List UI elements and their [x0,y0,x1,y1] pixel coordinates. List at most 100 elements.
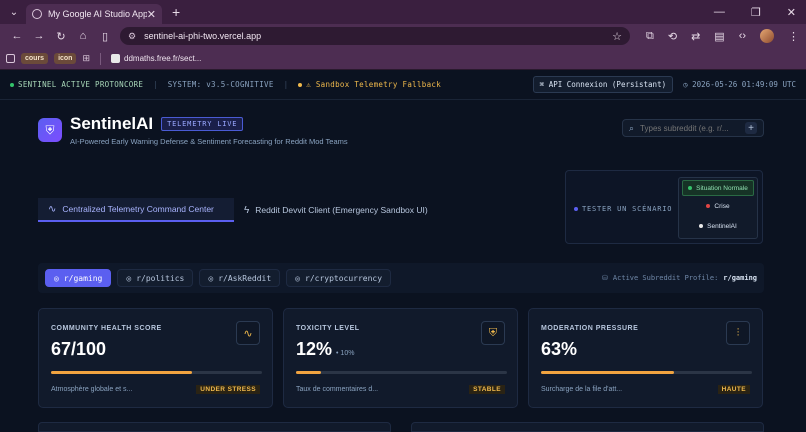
scenario-normal[interactable]: Situation Normale [682,180,754,196]
subreddit-chip-label: r/cryptocurrency [305,273,383,283]
subreddit-chip-cryptocurrency[interactable]: ◎ r/cryptocurrency [286,269,392,287]
card-value: 12% • 10% [296,339,354,360]
site-info-icon[interactable]: ⚙ [128,31,136,42]
new-tab-icon[interactable]: + [172,4,180,20]
restore-icon[interactable]: ❐ [751,6,761,19]
card-moderation: MODERATION PRESSURE ⫶ 63% Surcharge de l… [528,308,763,408]
card-title: COMMUNITY HEALTH SCORE [51,325,162,332]
bookmark-icon[interactable]: icon [54,53,77,64]
status-badge: STABLE [469,385,505,394]
card-value: 63% [541,339,581,360]
target-icon: ◎ [126,273,132,283]
tab-command-center[interactable]: ∿ Centralized Telemetry Command Center [38,198,234,222]
lower-panels [38,422,764,432]
scenario-label-text: TESTER UN SCÉNARIO : [582,205,683,213]
bolt-icon: ϟ [244,204,250,216]
progress-bar [296,371,507,374]
subreddit-chip-politics[interactable]: ◎ r/politics [117,269,194,287]
metric-cards: COMMUNITY HEALTH SCORE ∿ 67/100 Atmosphè… [38,308,763,408]
database-icon: ⛁ [602,274,608,282]
card-title: TOXICITY LEVEL [296,325,360,332]
app-root: SENTINEL ACTIVE PROTONCORE | SYSTEM: v3.… [0,70,806,432]
window-close-icon[interactable]: ✕ [787,6,796,19]
card-note: Taux de commentaires d... [296,386,379,393]
back-icon[interactable]: ← [6,30,28,42]
card-value-text: 63% [541,339,578,359]
devtools-icon[interactable]: ‹› [739,30,746,42]
warning-dot [298,83,303,87]
search-input[interactable] [640,123,741,133]
shield-icon: ⛨ [481,321,505,345]
browser-tab[interactable]: My Google AI Studio App ✕ [26,4,162,24]
add-subreddit-button[interactable]: + [745,122,757,134]
active-profile: ⛁ Active Subreddit Profile: r/gaming [602,274,757,282]
scenario-crisis-label: Crise [714,202,730,210]
history-icon[interactable]: ⟲ [668,30,677,43]
system-version: SYSTEM: v3.5-COGNITIVE [167,80,274,89]
sidebar-icon[interactable]: ▯ [94,30,116,43]
home-icon[interactable]: ⌂ [72,30,94,42]
card-title: MODERATION PRESSURE [541,325,639,332]
globe-icon [32,9,42,19]
apps-grid-icon[interactable]: ⊞ [82,53,90,64]
active-profile-value: r/gaming [723,274,757,282]
core-status: SENTINEL ACTIVE PROTONCORE [10,80,143,89]
page-subtitle: AI-Powered Early Warning Defense & Senti… [70,137,348,146]
activity-icon: ∿ [236,321,260,345]
clock-icon: ◷ [683,80,693,89]
app-header: ⛨ SentinelAI TELEMETRY LIVE AI-Powered E… [38,114,348,146]
forward-icon[interactable]: → [28,30,50,42]
clock: ◷ 2026-05-26 01:49:09 UTC [683,80,796,89]
progress-bar [51,371,262,374]
bookmark-cours[interactable]: cours [21,53,49,64]
subreddit-chip-askreddit[interactable]: ◎ r/AskReddit [199,269,281,287]
reading-mode-icon[interactable]: ▤ [714,30,724,43]
sliders-icon: ⫶ [726,321,750,345]
card-value-text: 67/100 [51,339,107,359]
subreddit-chip-label: r/politics [136,273,185,283]
progress-fill [51,371,193,374]
target-icon: ◎ [54,273,59,283]
status-dot [10,83,14,87]
scenario-crisis[interactable]: Crise [679,196,757,216]
bookmark-ddmaths[interactable]: ddmaths.free.fr/sect... [111,54,201,63]
page-title: SentinelAI [70,114,154,133]
site-favicon-icon [111,54,120,63]
bookmarks-bar: cours icon ⊞ ddmaths.free.fr/sect... [0,48,806,70]
divider: | [153,80,158,89]
subreddit-chip-gaming[interactable]: ◎ r/gaming [45,269,112,287]
tab-list-icon[interactable]: ⌄ [4,3,24,21]
url-field[interactable]: ⚙ sentinel-ai-phi-two.vercel.app ☆ [120,27,630,45]
bookmark-folder-icon[interactable] [6,54,15,63]
bookmark-ddmaths-label: ddmaths.free.fr/sect... [124,54,202,63]
close-icon[interactable]: ✕ [147,8,156,21]
telemetry-badge: TELEMETRY LIVE [161,117,244,131]
api-connection-badge[interactable]: ⌘ API Connexion (Persistant) [532,76,674,93]
shield-logo-icon: ⛨ [38,118,62,142]
translate-icon[interactable]: ⇄ [691,30,700,43]
avatar[interactable] [760,29,775,43]
tab-title: My Google AI Studio App [48,9,147,19]
scenario-label: TESTER UN SCÉNARIO : [574,205,682,213]
card-note: Surcharge de la file d'att... [541,386,623,393]
active-profile-label: Active Subreddit Profile: [612,274,719,282]
menu-icon[interactable]: ⋮ [788,30,799,43]
progress-fill [296,371,322,374]
address-bar: ← → ↻ ⌂ ▯ ⚙ sentinel-ai-phi-two.vercel.a… [0,24,806,48]
divider [100,52,101,65]
scenario-sentinel[interactable]: SentinelAI [679,216,757,236]
scenario-tester: TESTER UN SCÉNARIO : Situation Normale C… [565,170,763,244]
reload-icon[interactable]: ↻ [50,30,72,43]
network-icon: ⌘ [539,80,549,89]
url-text: sentinel-ai-phi-two.vercel.app [144,31,262,41]
minimize-icon[interactable]: — [714,6,725,19]
subreddit-chip-label: r/AskReddit [218,273,272,283]
main-tabs: ∿ Centralized Telemetry Command Center ϟ… [38,198,438,222]
progress-bar [541,371,752,374]
sandbox-warning: ⚠ Sandbox Telemetry Fallback [298,80,441,89]
status-dot [706,204,711,208]
star-icon[interactable]: ☆ [612,30,622,43]
tab-devvit-client[interactable]: ϟ Reddit Devvit Client (Emergency Sandbo… [234,198,438,222]
panel-left [38,422,391,432]
extensions-icon[interactable]: ⧉ [646,30,654,43]
